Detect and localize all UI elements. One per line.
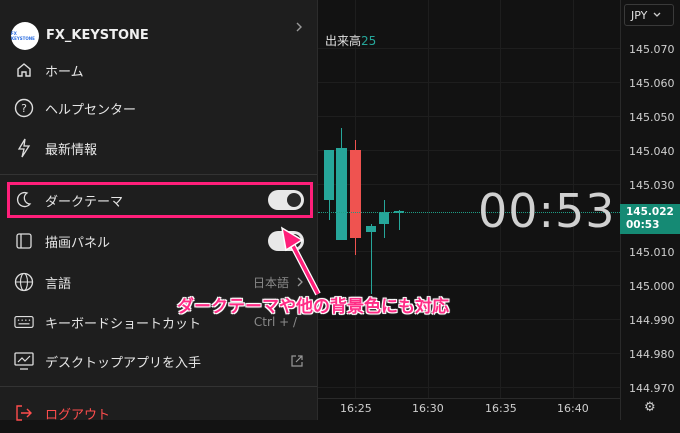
desktop-icon <box>14 351 34 371</box>
user-profile-row[interactable]: FX KEYSTONE FX_KEYSTONE <box>0 8 317 50</box>
countdown-timer: 00:53 <box>478 184 616 238</box>
candle-wick <box>371 224 372 294</box>
time-tick: 16:35 <box>485 402 517 415</box>
annotation-text: ダークテーマや他の背景色にも対応 <box>177 297 449 317</box>
candle-wick <box>399 210 400 230</box>
grid-line <box>318 150 620 151</box>
username: FX_KEYSTONE <box>46 28 149 43</box>
candle <box>350 150 361 238</box>
annotation-arrow <box>280 226 321 296</box>
price-tick: 145.050 <box>629 111 675 124</box>
grid-line <box>318 82 620 83</box>
current-price-tag: 145.022 00:53 <box>620 204 680 234</box>
time-tick: 16:40 <box>557 402 589 415</box>
menu-item-label: ホーム <box>45 64 84 80</box>
gear-icon[interactable]: ⚙ <box>644 400 656 415</box>
menu-item-logout[interactable]: ログアウト <box>0 393 317 433</box>
menu-item-desktop-app[interactable]: デスクトップアプリを入手 <box>0 341 317 381</box>
price-tick: 145.040 <box>629 145 675 158</box>
time-axis[interactable]: 16:25 16:30 16:35 16:40 <box>318 398 620 421</box>
menu-item-label: デスクトップアプリを入手 <box>45 355 202 371</box>
grid-line <box>318 387 620 388</box>
candle <box>379 212 389 224</box>
price-tick: 145.000 <box>629 280 675 293</box>
price-tick: 144.980 <box>629 348 675 361</box>
time-tick: 16:25 <box>340 402 372 415</box>
grid-line <box>318 285 620 286</box>
divider <box>0 174 317 175</box>
chevron-right-icon <box>296 22 303 32</box>
divider <box>0 386 317 387</box>
currency-button[interactable]: JPY <box>624 4 674 26</box>
grid-line <box>318 353 620 354</box>
price-tick: 144.970 <box>629 382 675 395</box>
avatar: FX KEYSTONE <box>11 22 39 50</box>
menu-item-home[interactable]: ホーム <box>0 50 317 90</box>
svg-text:?: ? <box>21 102 27 115</box>
price-tick: 145.060 <box>629 77 675 90</box>
external-link-icon <box>291 355 303 367</box>
panel-icon <box>14 231 34 251</box>
volume-value: 25 <box>361 34 377 48</box>
menu-item-help[interactable]: ? ヘルプセンター <box>0 88 317 128</box>
menu-item-label: 最新情報 <box>45 142 98 158</box>
price-tick: 145.030 <box>629 179 675 192</box>
globe-icon <box>14 272 34 292</box>
price-tick: 145.010 <box>629 246 675 259</box>
price-tick: 145.070 <box>629 43 675 56</box>
keyboard-icon <box>14 312 34 332</box>
menu-item-label: ヘルプセンター <box>45 102 137 118</box>
time-tick: 16:30 <box>412 402 444 415</box>
current-price: 145.022 <box>626 206 674 218</box>
home-icon <box>14 60 34 80</box>
currency-label: JPY <box>631 8 648 22</box>
chevron-down-icon <box>653 12 661 17</box>
candle <box>324 150 334 200</box>
logout-icon <box>14 403 34 423</box>
menu-item-news[interactable]: 最新情報 <box>0 128 317 168</box>
side-menu: FX KEYSTONE FX_KEYSTONE ホーム ? ヘルプセンター 最新… <box>0 0 318 423</box>
candle <box>366 226 376 232</box>
volume-label: 出来高 <box>325 34 362 48</box>
grid-line <box>428 0 429 398</box>
menu-item-label: 描画パネル <box>45 235 111 251</box>
volume-indicator: 出来高25 <box>325 32 376 49</box>
bar-timer: 00:53 <box>626 219 660 231</box>
menu-item-label: 言語 <box>45 276 72 292</box>
grid-line <box>318 116 620 117</box>
grid-line <box>318 251 620 252</box>
highlight-box <box>7 182 313 218</box>
candle <box>336 148 347 240</box>
help-icon: ? <box>14 98 34 118</box>
lightning-icon <box>14 138 34 158</box>
grid-line <box>318 319 620 320</box>
shortcut-value: Ctrl + / <box>253 315 297 329</box>
price-tick: 144.990 <box>629 314 675 327</box>
